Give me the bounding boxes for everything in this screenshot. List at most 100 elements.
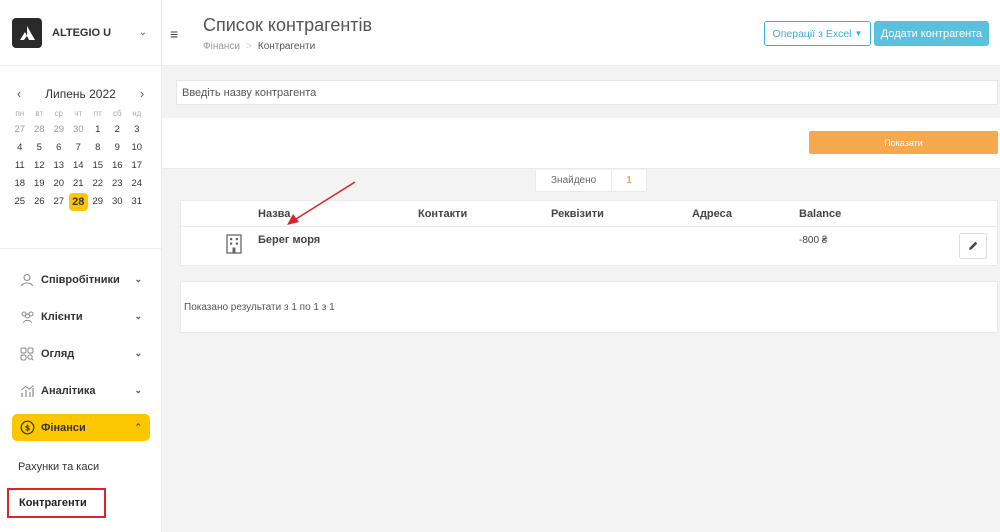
results-counter: Знайдено 1 (535, 170, 647, 192)
sidebar-item-label: Фінанси (41, 421, 86, 434)
calendar-day[interactable]: 15 (88, 157, 108, 175)
counterparty-name-link[interactable]: Берег моря (258, 234, 320, 246)
calendar-day-selected[interactable]: 28 (68, 193, 88, 211)
found-count: 1 (626, 175, 632, 186)
add-counterparty-button[interactable]: Додати контрагента (874, 21, 989, 46)
chevron-down-icon: ⌄ (134, 348, 142, 358)
calendar-day[interactable]: 22 (88, 175, 108, 193)
chevron-down-icon: ⌄ (134, 385, 142, 395)
calendar-day[interactable]: 2 (108, 121, 128, 139)
sidebar-subitem-accounts[interactable]: Рахунки та каси (18, 461, 99, 473)
calendar-weekday: нд (132, 109, 142, 118)
calendar-day[interactable]: 21 (69, 175, 89, 193)
calendar-day[interactable]: 30 (69, 121, 89, 139)
show-button[interactable]: Показати (809, 131, 998, 154)
menu-toggle-icon[interactable]: ≡ (170, 26, 178, 42)
calendar-day[interactable]: 12 (30, 157, 50, 175)
calendar-day[interactable]: 17 (127, 157, 147, 175)
calendar-month: Липень 2022 (45, 86, 116, 101)
column-header-balance: Balance (799, 208, 842, 220)
breadcrumb-link[interactable]: Фінанси (203, 41, 240, 52)
calendar-day[interactable]: 9 (108, 139, 128, 157)
building-icon (226, 234, 242, 257)
sidebar-item-finance[interactable]: $ Фінанси ⌃ (12, 414, 150, 441)
page-title: Список контрагентів (203, 15, 373, 35)
column-header-name: Назва (258, 208, 291, 220)
pencil-icon (969, 241, 978, 250)
calendar-day[interactable]: 25 (10, 193, 30, 211)
calendar-weekday: пт (93, 109, 102, 118)
calendar-weekday: вт (35, 109, 44, 118)
brand-switcher[interactable]: ALTEGIO U ⌄ (0, 0, 161, 66)
breadcrumb-current: Контрагенти (257, 41, 316, 52)
edit-button[interactable] (959, 233, 987, 259)
sidebar-item-label: Співробітники (41, 273, 120, 286)
next-month-button[interactable]: › (135, 86, 149, 101)
sidebar-subitem-counterparties[interactable]: Контрагенти (7, 488, 106, 518)
calendar-day[interactable]: 24 (127, 175, 147, 193)
calendar-day[interactable]: 14 (69, 157, 89, 175)
calendar-day[interactable]: 28 (30, 121, 50, 139)
calendar-day[interactable]: 11 (10, 157, 30, 175)
calendar-weekday: ср (54, 109, 63, 118)
user-icon (20, 273, 36, 287)
page-header: ≡ Список контрагентів Фінанси > Контрагент… (162, 0, 1000, 66)
prev-month-button[interactable]: ‹ (12, 86, 26, 101)
calendar-weekday: сб (112, 109, 122, 118)
found-label: Знайдено (536, 170, 613, 191)
counterparty-balance: -800 ₴ (799, 235, 828, 246)
calendar-day[interactable]: 19 (30, 175, 50, 193)
calendar-weekday: пн (15, 109, 25, 118)
sidebar-item-clients[interactable]: Клієнти ⌄ (12, 303, 150, 330)
chevron-down-icon[interactable]: ⌄ (139, 27, 147, 38)
calendar-weekday: чт (74, 109, 83, 118)
calendar-day[interactable]: 27 (49, 193, 69, 211)
sidebar: ALTEGIO U ⌄ ‹ Липень 2022 › пн вт ср чт пт сб… (0, 0, 162, 532)
excel-operations-button[interactable]: Операції з Excel ▼ (764, 21, 871, 46)
calendar-day[interactable]: 6 (49, 139, 69, 157)
calendar-day[interactable]: 31 (127, 193, 147, 211)
calendar-day[interactable]: 20 (49, 175, 69, 193)
calendar-day[interactable]: 23 (108, 175, 128, 193)
column-header-details: Реквізити (551, 208, 604, 220)
calendar-grid: пн вт ср чт пт сб нд 27 28 29 30 1 2 3 4 5 6 7 8 9 10 11 12 13 1… (10, 107, 151, 211)
sidebar-item-overview[interactable]: Огляд ⌄ (12, 340, 150, 367)
chevron-up-icon: ⌃ (134, 422, 142, 432)
calendar-day[interactable]: 18 (10, 175, 30, 193)
sidebar-subitem-label: Контрагенти (19, 497, 87, 509)
calendar-day[interactable]: 5 (30, 139, 50, 157)
sidebar-item-label: Клієнти (41, 310, 83, 323)
calendar-day[interactable]: 27 (10, 121, 30, 139)
calendar-day[interactable]: 30 (108, 193, 128, 211)
chevron-down-icon: ⌄ (134, 311, 142, 321)
calendar-day[interactable]: 26 (30, 193, 50, 211)
calendar-day[interactable]: 13 (49, 157, 69, 175)
analytics-icon (20, 384, 36, 398)
calendar-day[interactable]: 3 (127, 121, 147, 139)
counterparty-search-input[interactable]: Введіть назву контрагента (176, 80, 998, 105)
mini-calendar: ‹ Липень 2022 › пн вт ср чт пт сб нд 27 28 29 30 1 2… (0, 66, 161, 211)
counterparties-table: Назва Контакти Реквізити Адреса Balance … (180, 200, 998, 266)
column-header-contacts: Контакти (418, 208, 468, 220)
calendar-day[interactable]: 1 (88, 121, 108, 139)
calendar-day[interactable]: 29 (88, 193, 108, 211)
calendar-day[interactable]: 29 (49, 121, 69, 139)
sidebar-item-label: Аналітика (41, 384, 96, 397)
grid-search-icon (20, 347, 36, 361)
sidebar-item-label: Огляд (41, 347, 75, 360)
breadcrumb: Фінанси > Контрагенти (203, 41, 316, 52)
excel-button-label: Операції з Excel (772, 27, 852, 40)
calendar-day[interactable]: 16 (108, 157, 128, 175)
calendar-day[interactable]: 4 (10, 139, 30, 157)
chevron-down-icon: ⌄ (134, 274, 142, 284)
sidebar-item-employees[interactable]: Співробітники ⌄ (12, 266, 150, 293)
calendar-day[interactable]: 10 (127, 139, 147, 157)
sidebar-menu: Співробітники ⌄ Клієнти ⌄ Огляд ⌄ Аналіт… (12, 266, 150, 451)
calendar-day[interactable]: 8 (88, 139, 108, 157)
column-header-address: Адреса (692, 208, 732, 220)
company-name: ALTEGIO U (52, 26, 112, 39)
sidebar-item-analytics[interactable]: Аналітика ⌄ (12, 377, 150, 404)
calendar-day[interactable]: 7 (69, 139, 89, 157)
users-icon (20, 310, 36, 324)
svg-text:$: $ (25, 424, 31, 433)
